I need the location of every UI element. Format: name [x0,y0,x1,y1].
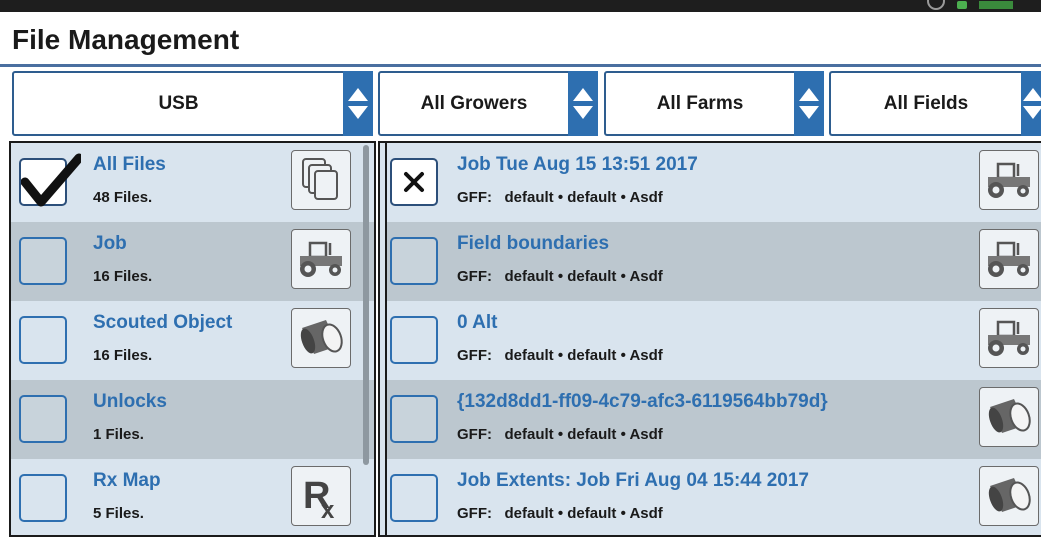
file-row[interactable]: Job Extents: Job Fri Aug 04 15:44 2017 G… [387,459,1041,535]
category-title: Rx Map [93,470,161,491]
file-title: Job Tue Aug 15 13:51 2017 [457,154,698,175]
fields-selector-value: All Fields [883,92,969,114]
category-row-scouted-object[interactable]: Scouted Object 16 Files. [11,301,374,380]
file-title: {132d8dd1-ff09-4c79-afc3-6119564bb79d} [457,391,828,412]
arrow-up-icon [348,88,368,101]
arrow-up-icon [799,88,819,101]
arrow-down-icon [348,106,368,119]
file-gff: GFF: default • default • Asdf [457,505,663,522]
source-selector-value: USB [158,92,199,114]
marker-icon-button[interactable] [291,308,351,368]
category-title: Job [93,233,127,254]
files-icon-button[interactable] [291,150,351,210]
arrow-up-icon [1023,88,1041,101]
farms-spinner[interactable] [794,71,824,136]
category-row-all-files[interactable]: All Files 48 Files. [11,143,374,222]
marker-cylinder-icon [988,478,1031,512]
category-count: 16 Files. [93,268,153,285]
file-row[interactable]: Job Tue Aug 15 13:51 2017 GFF: default •… [387,143,1041,222]
file-row[interactable]: {132d8dd1-ff09-4c79-afc3-6119564bb79d} G… [387,380,1041,459]
file-checkbox[interactable] [390,474,438,522]
tractor-icon [988,241,1030,277]
file-gff: GFF: default • default • Asdf [457,347,663,364]
category-title: Unlocks [93,391,167,412]
title-divider [0,64,1041,67]
marker-cylinder-icon [300,320,343,354]
file-checkbox[interactable] [390,158,438,206]
checkmark-icon [21,153,81,207]
tractor-icon-button[interactable] [979,308,1039,368]
gps-icon [927,0,945,10]
tractor-icon-button[interactable] [979,150,1039,210]
file-checkbox[interactable] [390,395,438,443]
category-title: Scouted Object [93,312,233,333]
page-title: File Management [12,24,240,55]
file-management-screen: File Management USB All Growers All Farm… [0,0,1041,537]
arrow-down-icon [1023,106,1041,119]
growers-selector-value: All Growers [420,92,528,114]
tractor-icon-button[interactable] [291,229,351,289]
rx-icon-button[interactable]: R x [291,466,351,526]
tractor-icon [988,320,1030,356]
tractor-icon [300,241,342,277]
category-row-unlocks[interactable]: Unlocks 1 Files. [11,380,374,459]
all-files-checkbox[interactable] [19,153,81,207]
file-checkbox[interactable] [390,316,438,364]
rx-map-checkbox[interactable] [19,474,67,522]
signal-icon [979,1,1013,9]
file-list[interactable]: Job Tue Aug 15 13:51 2017 GFF: default •… [385,143,1041,535]
rx-icon: R x [303,475,335,520]
fields-selector[interactable]: All Fields [829,71,1041,136]
growers-spinner[interactable] [568,71,598,136]
arrow-up-icon [573,88,593,101]
category-row-job[interactable]: Job 16 Files. [11,222,374,301]
category-scrollbar[interactable] [363,145,369,465]
x-mark-icon [404,172,424,192]
status-bar [0,0,1041,12]
file-row[interactable]: Field boundaries GFF: default • default … [387,222,1041,301]
category-count: 48 Files. [93,189,153,206]
category-count: 5 Files. [93,505,144,522]
file-title: Field boundaries [457,233,610,254]
file-list-frame: Job Tue Aug 15 13:51 2017 GFF: default •… [378,141,1041,537]
growers-selector[interactable]: All Growers [378,71,598,136]
file-row[interactable]: 0 Alt GFF: default • default • Asdf [387,301,1041,380]
job-checkbox[interactable] [19,237,67,285]
scouted-object-checkbox[interactable] [19,316,67,364]
fields-spinner[interactable] [1021,71,1041,136]
file-gff: GFF: default • default • Asdf [457,268,663,285]
tractor-icon-button[interactable] [979,229,1039,289]
arrow-down-icon [573,106,593,119]
category-list[interactable]: All Files 48 Files. Job 16 Files. Scoute… [9,141,376,537]
category-title: All Files [93,154,166,175]
file-title: Job Extents: Job Fri Aug 04 15:44 2017 [457,470,809,491]
marker-icon-button[interactable] [979,466,1039,526]
farms-selector-value: All Farms [656,92,744,114]
svg-text:x: x [321,497,335,520]
file-checkbox[interactable] [390,237,438,285]
file-title: 0 Alt [457,312,498,333]
category-count: 1 Files. [93,426,144,443]
source-selector[interactable]: USB [12,71,373,136]
unlocks-checkbox[interactable] [19,395,67,443]
file-gff: GFF: default • default • Asdf [457,426,663,443]
source-spinner[interactable] [343,71,373,136]
files-icon [302,158,338,200]
marker-cylinder-icon [988,399,1031,433]
farms-selector[interactable]: All Farms [604,71,824,136]
arrow-down-icon [799,106,819,119]
connection-icon [957,1,967,9]
file-gff: GFF: default • default • Asdf [457,189,663,206]
marker-icon-button[interactable] [979,387,1039,447]
tractor-icon [988,162,1030,198]
status-icons [927,0,1013,10]
category-row-rx-map[interactable]: Rx Map 5 Files. R x [11,459,374,535]
category-count: 16 Files. [93,347,153,364]
